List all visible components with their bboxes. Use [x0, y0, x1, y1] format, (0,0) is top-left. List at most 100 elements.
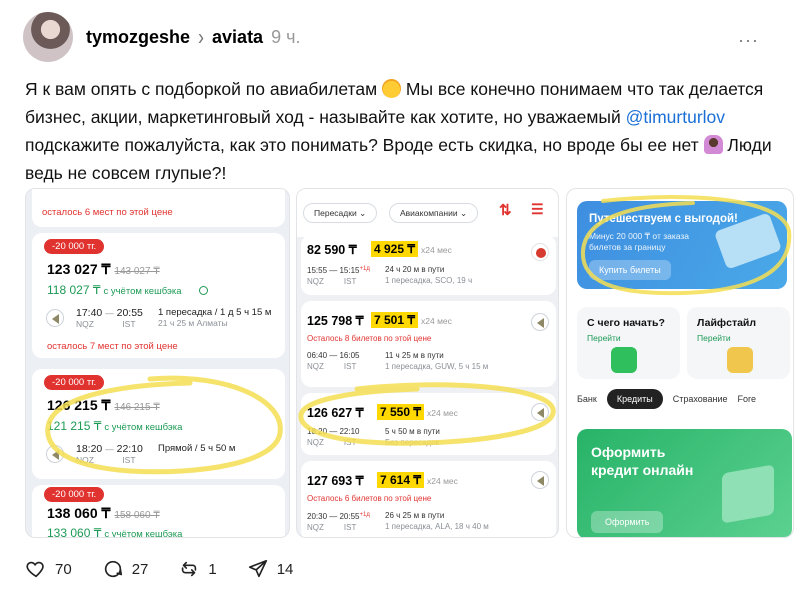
origin-code: NQZ — [307, 277, 324, 286]
mention-link[interactable]: @timurturlov — [626, 107, 725, 127]
tile-getting-started[interactable]: С чего начать? Перейти — [577, 307, 680, 379]
filter-stops[interactable]: Пересадки ⌄ — [303, 203, 378, 223]
destination-code: IST — [122, 319, 136, 329]
stops-info: 1 пересадка, ALA, 18 ч 40 м — [385, 522, 489, 531]
tile-link[interactable]: Перейти — [587, 333, 621, 343]
promo-banner[interactable]: Путешествуем с выгодой! Минус 20 000 ₸ о… — [577, 201, 787, 289]
discount-badge: -20 000 тг. — [44, 375, 105, 390]
repost-button[interactable]: 1 — [178, 558, 217, 580]
grid-app-icon — [611, 347, 637, 373]
category-tabs: Банк Кредиты Страхование Fore — [577, 389, 756, 409]
comment-button[interactable]: 27 — [102, 558, 149, 580]
repost-arrows-icon — [182, 561, 197, 577]
credit-banner[interactable]: Оформить кредит онлайн Оформить — [577, 429, 792, 537]
price-value: 138 060 ₸ — [47, 505, 111, 521]
heart-icon — [26, 561, 44, 578]
tab-credits[interactable]: Кредиты — [606, 389, 663, 409]
destination-code: IST — [343, 277, 357, 286]
post-text: Я к вам опять с подборкой по авиабилетам… — [25, 75, 775, 187]
cashback-value: 121 215 ₸ — [47, 419, 102, 433]
arrival-time: 22:10 — [116, 443, 143, 455]
post-text-part: Я к вам опять с подборкой по авиабилетам — [25, 79, 378, 99]
post-actions: 70 27 1 14 — [25, 558, 323, 580]
discount-badge: -20 000 тг. — [44, 239, 105, 254]
discount-badge: -20 000 тг. — [44, 487, 105, 502]
cashback-value: 118 027 ₸ — [47, 283, 101, 297]
arrival-time: 20:55 — [339, 512, 360, 521]
monthly-payment: 7 501 ₸ — [371, 312, 418, 328]
seats-left-note: осталось 6 мест по этой цене — [42, 207, 173, 218]
flight-times: 06:40 — 16:05 NQZ IST — [307, 351, 360, 371]
destination-code: IST — [343, 362, 357, 371]
flight-times: 18:20 — 22:10 NQZ IST — [307, 427, 360, 447]
stops-info: Прямой / 5 ч 50 м — [158, 443, 236, 454]
installment-term: x24 мес — [427, 476, 458, 486]
phone-illustration-icon — [722, 464, 774, 524]
monthly-payment: 7 550 ₸ — [377, 404, 424, 420]
more-options-icon[interactable]: ··· — [738, 30, 759, 51]
duration: 24 ч 20 м в пути — [385, 265, 445, 274]
attached-image-2[interactable]: Пересадки ⌄ Авиакомпании ⌄ ⇅ ☰ 82 590 ₸ … — [296, 188, 559, 538]
flight-times: 20:30 — 20:55+1д NQZ IST — [307, 512, 370, 532]
banner-title: Путешествуем с выгодой! — [589, 213, 738, 225]
flight-row[interactable]: 127 693 ₸ 7 614 ₸ x24 мес Осталось 6 бил… — [301, 461, 556, 537]
chevron-right-icon: › — [198, 23, 205, 50]
departure-time: 17:40 — [76, 307, 103, 319]
like-button[interactable]: 70 — [25, 558, 72, 580]
origin-code: NQZ — [307, 523, 324, 532]
flight-details: 5 ч 50 м в пути Без пересадок — [385, 426, 440, 448]
departure-time: 20:30 — [307, 512, 328, 521]
filter-airlines[interactable]: Авиакомпании ⌄ — [389, 203, 479, 223]
cashback-note: с учётом кешбэка — [104, 422, 183, 433]
departure-time: 06:40 — [307, 351, 328, 360]
flight-times: 15:55 — 15:15+1д NQZ IST — [307, 266, 370, 286]
sort-arrows-icon[interactable]: ⇅ — [499, 201, 512, 219]
offer-card-direct: -20 000 тг. 126 215 ₸ 146 215 ₸ 121 215 ₸… — [32, 369, 285, 479]
cashback-price: 121 215 ₸ с учётом кешбэка — [47, 419, 182, 433]
cashback-note: с учётом кешбэка — [103, 286, 182, 297]
tab-bank[interactable]: Банк — [577, 394, 597, 404]
avatar[interactable] — [23, 12, 73, 62]
username[interactable]: tymozgeshe — [86, 27, 190, 48]
attached-image-3[interactable]: Путешествуем с выгодой! Минус 20 000 ₸ о… — [566, 188, 794, 538]
flight-row-direct[interactable]: 126 627 ₸ 7 550 ₸ x24 мес 18:20 — 22:10 N… — [301, 393, 556, 455]
destination-code: IST — [343, 438, 357, 447]
info-icon — [199, 286, 208, 295]
offer-card-top: осталось 6 мест по этой цене — [32, 189, 285, 227]
old-price: 143 027 ₸ — [114, 266, 160, 277]
next-day-marker: +1д — [359, 266, 370, 272]
apply-credit-button[interactable]: Оформить — [591, 511, 664, 533]
origin-code: NQZ — [76, 319, 94, 329]
seats-left-note: Осталось 8 билетов по этой цене — [307, 334, 432, 343]
buy-tickets-button[interactable]: Купить билеты — [589, 260, 671, 280]
tab-insurance[interactable]: Страхование — [673, 394, 728, 404]
origin-code: NQZ — [307, 438, 324, 447]
installment-term: x24 мес — [421, 316, 452, 326]
flight-details: 11 ч 25 м в пути 1 пересадка, GUW, 5 ч 15… — [385, 350, 488, 372]
flight-row[interactable]: 125 798 ₸ 7 501 ₸ x24 мес Осталось 8 бил… — [301, 301, 556, 387]
tile-link[interactable]: Перейти — [697, 333, 731, 343]
flight-times: 18:20 — 22:10 NQZ IST — [76, 443, 143, 465]
tile-title: Лайфстайл — [697, 317, 757, 329]
post-text-part: подскажите пожалуйста, как это понимать?… — [25, 135, 699, 155]
duration: 26 ч 25 м в пути — [385, 511, 445, 520]
flight-row[interactable]: 82 590 ₸ 4 925 ₸ x24 мес 15:55 — 15:15+1… — [301, 235, 556, 295]
repost-count: 1 — [208, 560, 217, 578]
filter-label: Пересадки — [314, 208, 357, 218]
tile-lifestyle[interactable]: Лайфстайл Перейти — [687, 307, 790, 379]
installment-term: x24 мес — [427, 408, 458, 418]
comment-count: 27 — [131, 560, 149, 578]
tab-more[interactable]: Fore — [738, 394, 757, 404]
flight-info: 1 пересадка / 1 д 5 ч 15 м 21 ч 25 м Алм… — [158, 307, 271, 328]
share-button[interactable]: 14 — [247, 558, 293, 580]
settings-sliders-icon[interactable]: ☰ — [531, 201, 544, 218]
like-count: 70 — [55, 560, 72, 578]
flight-times: 17:40 — 20:55 NQZ IST — [76, 307, 143, 329]
flight-price: 126 627 ₸ — [307, 406, 364, 420]
arrival-time: 15:15 — [339, 266, 360, 275]
airline-logo-icon — [531, 403, 549, 421]
community-name[interactable]: aviata — [212, 27, 263, 48]
shrug-emoji-icon — [703, 135, 723, 154]
flight-price: 125 798 ₸ — [307, 314, 364, 328]
attached-image-1[interactable]: осталось 6 мест по этой цене -20 000 тг.… — [25, 188, 290, 538]
